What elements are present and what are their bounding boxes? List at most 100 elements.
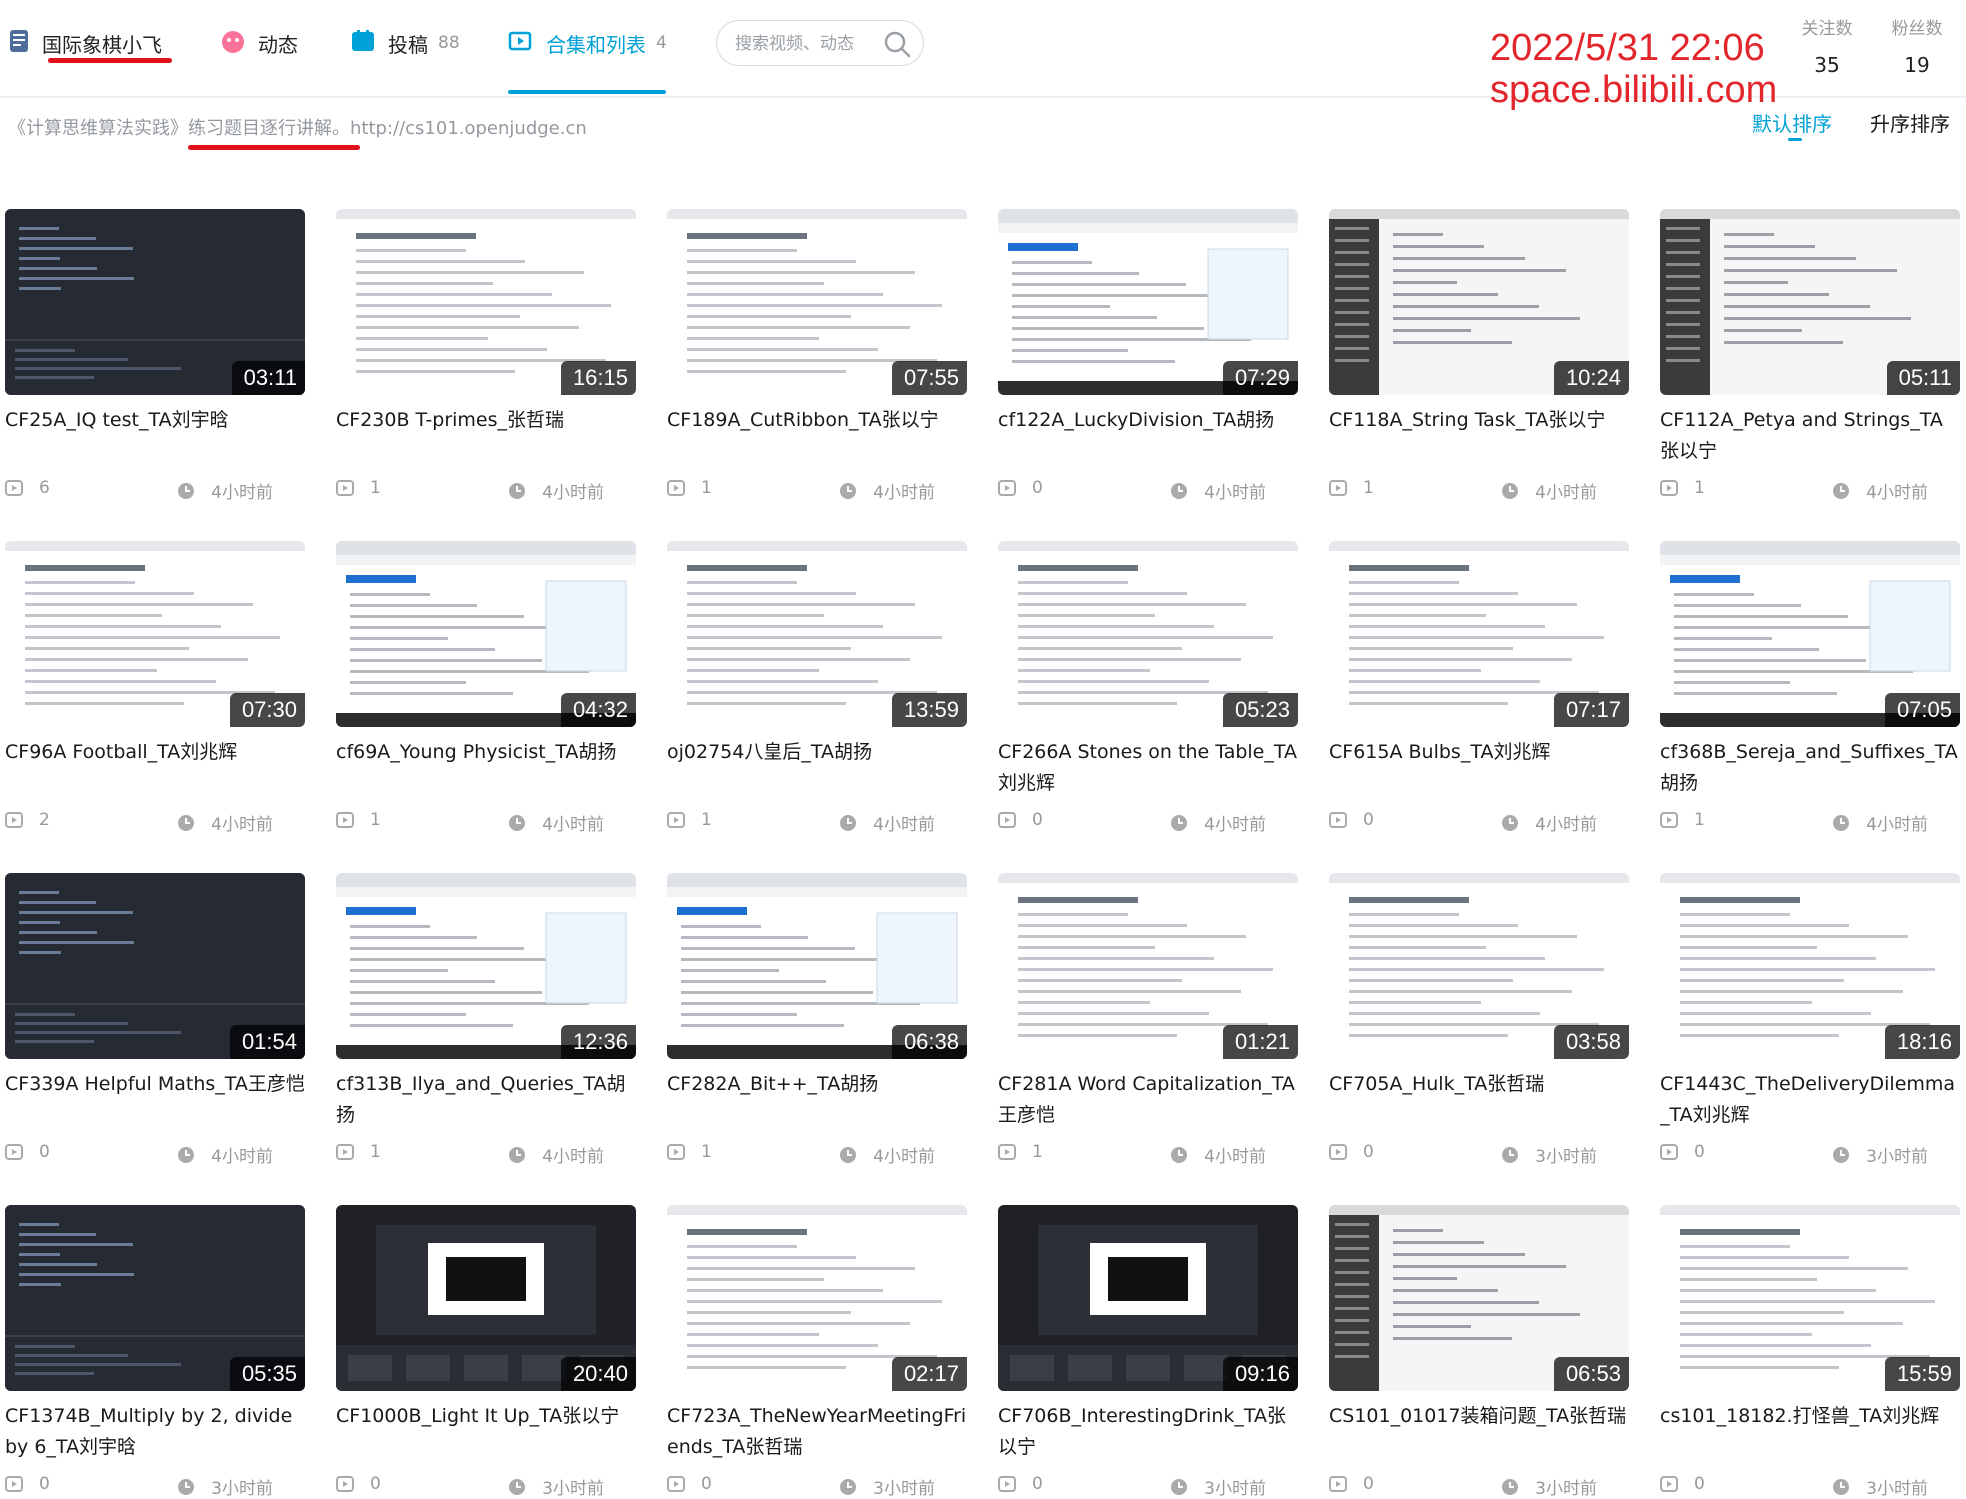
play-count-icon [5, 480, 31, 496]
video-thumbnail[interactable]: 03:58 [1329, 873, 1629, 1059]
video-title[interactable]: CF1443C_TheDeliveryDilemma_TA刘兆辉 [1660, 1069, 1960, 1131]
video-thumbnail[interactable]: 15:59 [1660, 1205, 1960, 1391]
upload-time-value: 4小时前 [873, 1147, 935, 1167]
video-title[interactable]: CF1000B_Light It Up_TA张以宁 [336, 1401, 636, 1432]
video-title[interactable]: CF706B_InterestingDrink_TA张以宁 [998, 1401, 1298, 1463]
video-meta: 0 3小时前 [667, 1474, 967, 1499]
sort-ascending[interactable]: 升序排序 [1870, 108, 1950, 137]
search-input[interactable] [733, 31, 877, 57]
play-count-icon [1660, 1476, 1686, 1492]
video-thumbnail[interactable]: 20:40 [336, 1205, 636, 1391]
video-card[interactable]: 09:16 CF706B_InterestingDrink_TA张以宁 0 3小时前 [998, 1205, 1298, 1499]
video-title[interactable]: CF723A_TheNewYearMeetingFriends_TA张哲瑞 [667, 1401, 967, 1463]
video-card[interactable]: 15:59 cs101_18182.打怪兽_TA刘兆辉 0 3小时前 [1660, 1205, 1960, 1499]
video-card[interactable]: 10:24 CF118A_String Task_TA张以宁 1 4小时前 [1329, 209, 1629, 503]
video-title[interactable]: CS101_01017装箱问题_TA张哲瑞 [1329, 1401, 1629, 1432]
play-count-value: 0 [1032, 810, 1043, 830]
video-thumbnail[interactable]: 07:17 [1329, 541, 1629, 727]
video-title[interactable]: CF112A_Petya and Strings_TA张以宁 [1660, 405, 1960, 467]
play-count-value: 1 [370, 478, 381, 498]
video-card[interactable]: 02:17 CF723A_TheNewYearMeetingFriends_TA张… [667, 1205, 967, 1499]
video-thumbnail[interactable]: 05:35 [5, 1205, 305, 1391]
video-thumbnail[interactable]: 10:24 [1329, 209, 1629, 395]
video-thumbnail[interactable]: 07:30 [5, 541, 305, 727]
upload-time-value: 4小时前 [1204, 483, 1266, 503]
video-card[interactable]: 03:11 CF25A_IQ test_TA刘宇晗 6 4小时前 [5, 209, 305, 503]
video-card[interactable]: 05:35 CF1374B_Multiply by 2, divide by 6_… [5, 1205, 305, 1499]
video-card[interactable]: 06:38 CF282A_Bit++_TA胡扬 1 4小时前 [667, 873, 967, 1167]
video-card[interactable]: 12:36 cf313B_Ilya_and_Queries_TA胡扬 1 4小时前 [336, 873, 636, 1167]
video-thumbnail[interactable]: 05:23 [998, 541, 1298, 727]
nav-dynamic[interactable]: 动态 [220, 26, 298, 60]
video-title[interactable]: CF266A Stones on the Table_TA刘兆辉 [998, 737, 1298, 799]
upload-time-value: 3小时前 [1535, 1147, 1597, 1167]
video-thumbnail[interactable]: 07:55 [667, 209, 967, 395]
video-title[interactable]: CF281A Word Capitalization_TA王彦恺 [998, 1069, 1298, 1131]
stat-fans[interactable]: 粉丝数 19 [1882, 14, 1952, 77]
video-title[interactable]: CF339A Helpful Maths_TA王彦恺 [5, 1069, 305, 1100]
video-card[interactable]: 20:40 CF1000B_Light It Up_TA张以宁 0 3小时前 [336, 1205, 636, 1499]
video-meta: 0 3小时前 [998, 1474, 1298, 1499]
nav-submissions[interactable]: 投稿 88 [350, 26, 460, 60]
video-card[interactable]: 18:16 CF1443C_TheDeliveryDilemma_TA刘兆辉 0 3小… [1660, 873, 1960, 1167]
stat-following[interactable]: 关注数 35 [1792, 14, 1862, 77]
video-card[interactable]: 05:11 CF112A_Petya and Strings_TA张以宁 1 4小时前 [1660, 209, 1960, 503]
video-thumbnail[interactable]: 03:11 [5, 209, 305, 395]
nav-submissions-count: 88 [438, 33, 460, 53]
video-thumbnail[interactable]: 01:21 [998, 873, 1298, 1059]
video-title[interactable]: CF25A_IQ test_TA刘宇晗 [5, 405, 305, 436]
video-title[interactable]: CF282A_Bit++_TA胡扬 [667, 1069, 967, 1100]
play-count-value: 0 [39, 1142, 50, 1162]
video-thumbnail[interactable]: 07:29 [998, 209, 1298, 395]
video-thumbnail[interactable]: 09:16 [998, 1205, 1298, 1391]
play-count: 1 [667, 810, 712, 830]
search-box[interactable] [716, 20, 924, 66]
video-thumbnail[interactable]: 12:36 [336, 873, 636, 1059]
video-thumbnail[interactable]: 06:53 [1329, 1205, 1629, 1391]
video-thumbnail[interactable]: 04:32 [336, 541, 636, 727]
play-count-value: 1 [701, 810, 712, 830]
video-title[interactable]: cs101_18182.打怪兽_TA刘兆辉 [1660, 1401, 1960, 1432]
video-card[interactable]: 07:29 cf122A_LuckyDivision_TA胡扬 0 4小时前 [998, 209, 1298, 503]
video-duration: 13:59 [891, 693, 967, 727]
video-title[interactable]: cf69A_Young Physicist_TA胡扬 [336, 737, 636, 768]
nav-user[interactable]: 国际象棋小飞 [8, 26, 162, 60]
video-title[interactable]: cf313B_Ilya_and_Queries_TA胡扬 [336, 1069, 636, 1131]
sort-default[interactable]: 默认排序 [1752, 108, 1832, 137]
video-title[interactable]: CF189A_CutRibbon_TA张以宁 [667, 405, 967, 436]
video-card[interactable]: 01:54 CF339A Helpful Maths_TA王彦恺 0 4小时前 [5, 873, 305, 1167]
video-title[interactable]: CF615A Bulbs_TA刘兆辉 [1329, 737, 1629, 768]
upload-time-value: 4小时前 [542, 1147, 604, 1167]
video-card[interactable]: 04:32 cf69A_Young Physicist_TA胡扬 1 4小时前 [336, 541, 636, 835]
video-card[interactable]: 16:15 CF230B T-primes_张哲瑞 1 4小时前 [336, 209, 636, 503]
video-meta: 0 4小时前 [998, 810, 1298, 835]
video-thumbnail[interactable]: 16:15 [336, 209, 636, 395]
video-title[interactable]: CF705A_Hulk_TA张哲瑞 [1329, 1069, 1629, 1100]
video-thumbnail[interactable]: 07:05 [1660, 541, 1960, 727]
video-thumbnail[interactable]: 05:11 [1660, 209, 1960, 395]
video-title[interactable]: oj02754八皇后_TA胡扬 [667, 737, 967, 768]
video-card[interactable]: 07:05 cf368B_Sereja_and_Suffixes_TA胡扬 1 4小时… [1660, 541, 1960, 835]
video-card[interactable]: 07:17 CF615A Bulbs_TA刘兆辉 0 4小时前 [1329, 541, 1629, 835]
video-thumbnail[interactable]: 01:54 [5, 873, 305, 1059]
video-thumbnail[interactable]: 02:17 [667, 1205, 967, 1391]
video-card[interactable]: 07:30 CF96A Football_TA刘兆辉 2 4小时前 [5, 541, 305, 835]
video-card[interactable]: 03:58 CF705A_Hulk_TA张哲瑞 0 3小时前 [1329, 873, 1629, 1167]
video-title[interactable]: CF230B T-primes_张哲瑞 [336, 405, 636, 436]
video-thumbnail[interactable]: 06:38 [667, 873, 967, 1059]
video-card[interactable]: 05:23 CF266A Stones on the Table_TA刘兆辉 0 4小… [998, 541, 1298, 835]
play-count-value: 1 [370, 810, 381, 830]
search-icon[interactable] [883, 30, 911, 62]
video-card[interactable]: 13:59 oj02754八皇后_TA胡扬 1 4小时前 [667, 541, 967, 835]
video-thumbnail[interactable]: 13:59 [667, 541, 967, 727]
video-title[interactable]: cf368B_Sereja_and_Suffixes_TA胡扬 [1660, 737, 1960, 799]
video-card[interactable]: 01:21 CF281A Word Capitalization_TA王彦恺 1 4小… [998, 873, 1298, 1167]
video-card[interactable]: 07:55 CF189A_CutRibbon_TA张以宁 1 4小时前 [667, 209, 967, 503]
video-title[interactable]: CF118A_String Task_TA张以宁 [1329, 405, 1629, 436]
video-card[interactable]: 06:53 CS101_01017装箱问题_TA张哲瑞 0 3小时前 [1329, 1205, 1629, 1499]
video-title[interactable]: CF96A Football_TA刘兆辉 [5, 737, 305, 768]
nav-collections[interactable]: 合集和列表 4 [508, 26, 667, 60]
video-thumbnail[interactable]: 18:16 [1660, 873, 1960, 1059]
video-title[interactable]: CF1374B_Multiply by 2, divide by 6_TA刘宇晗 [5, 1401, 305, 1463]
video-title[interactable]: cf122A_LuckyDivision_TA胡扬 [998, 405, 1298, 436]
